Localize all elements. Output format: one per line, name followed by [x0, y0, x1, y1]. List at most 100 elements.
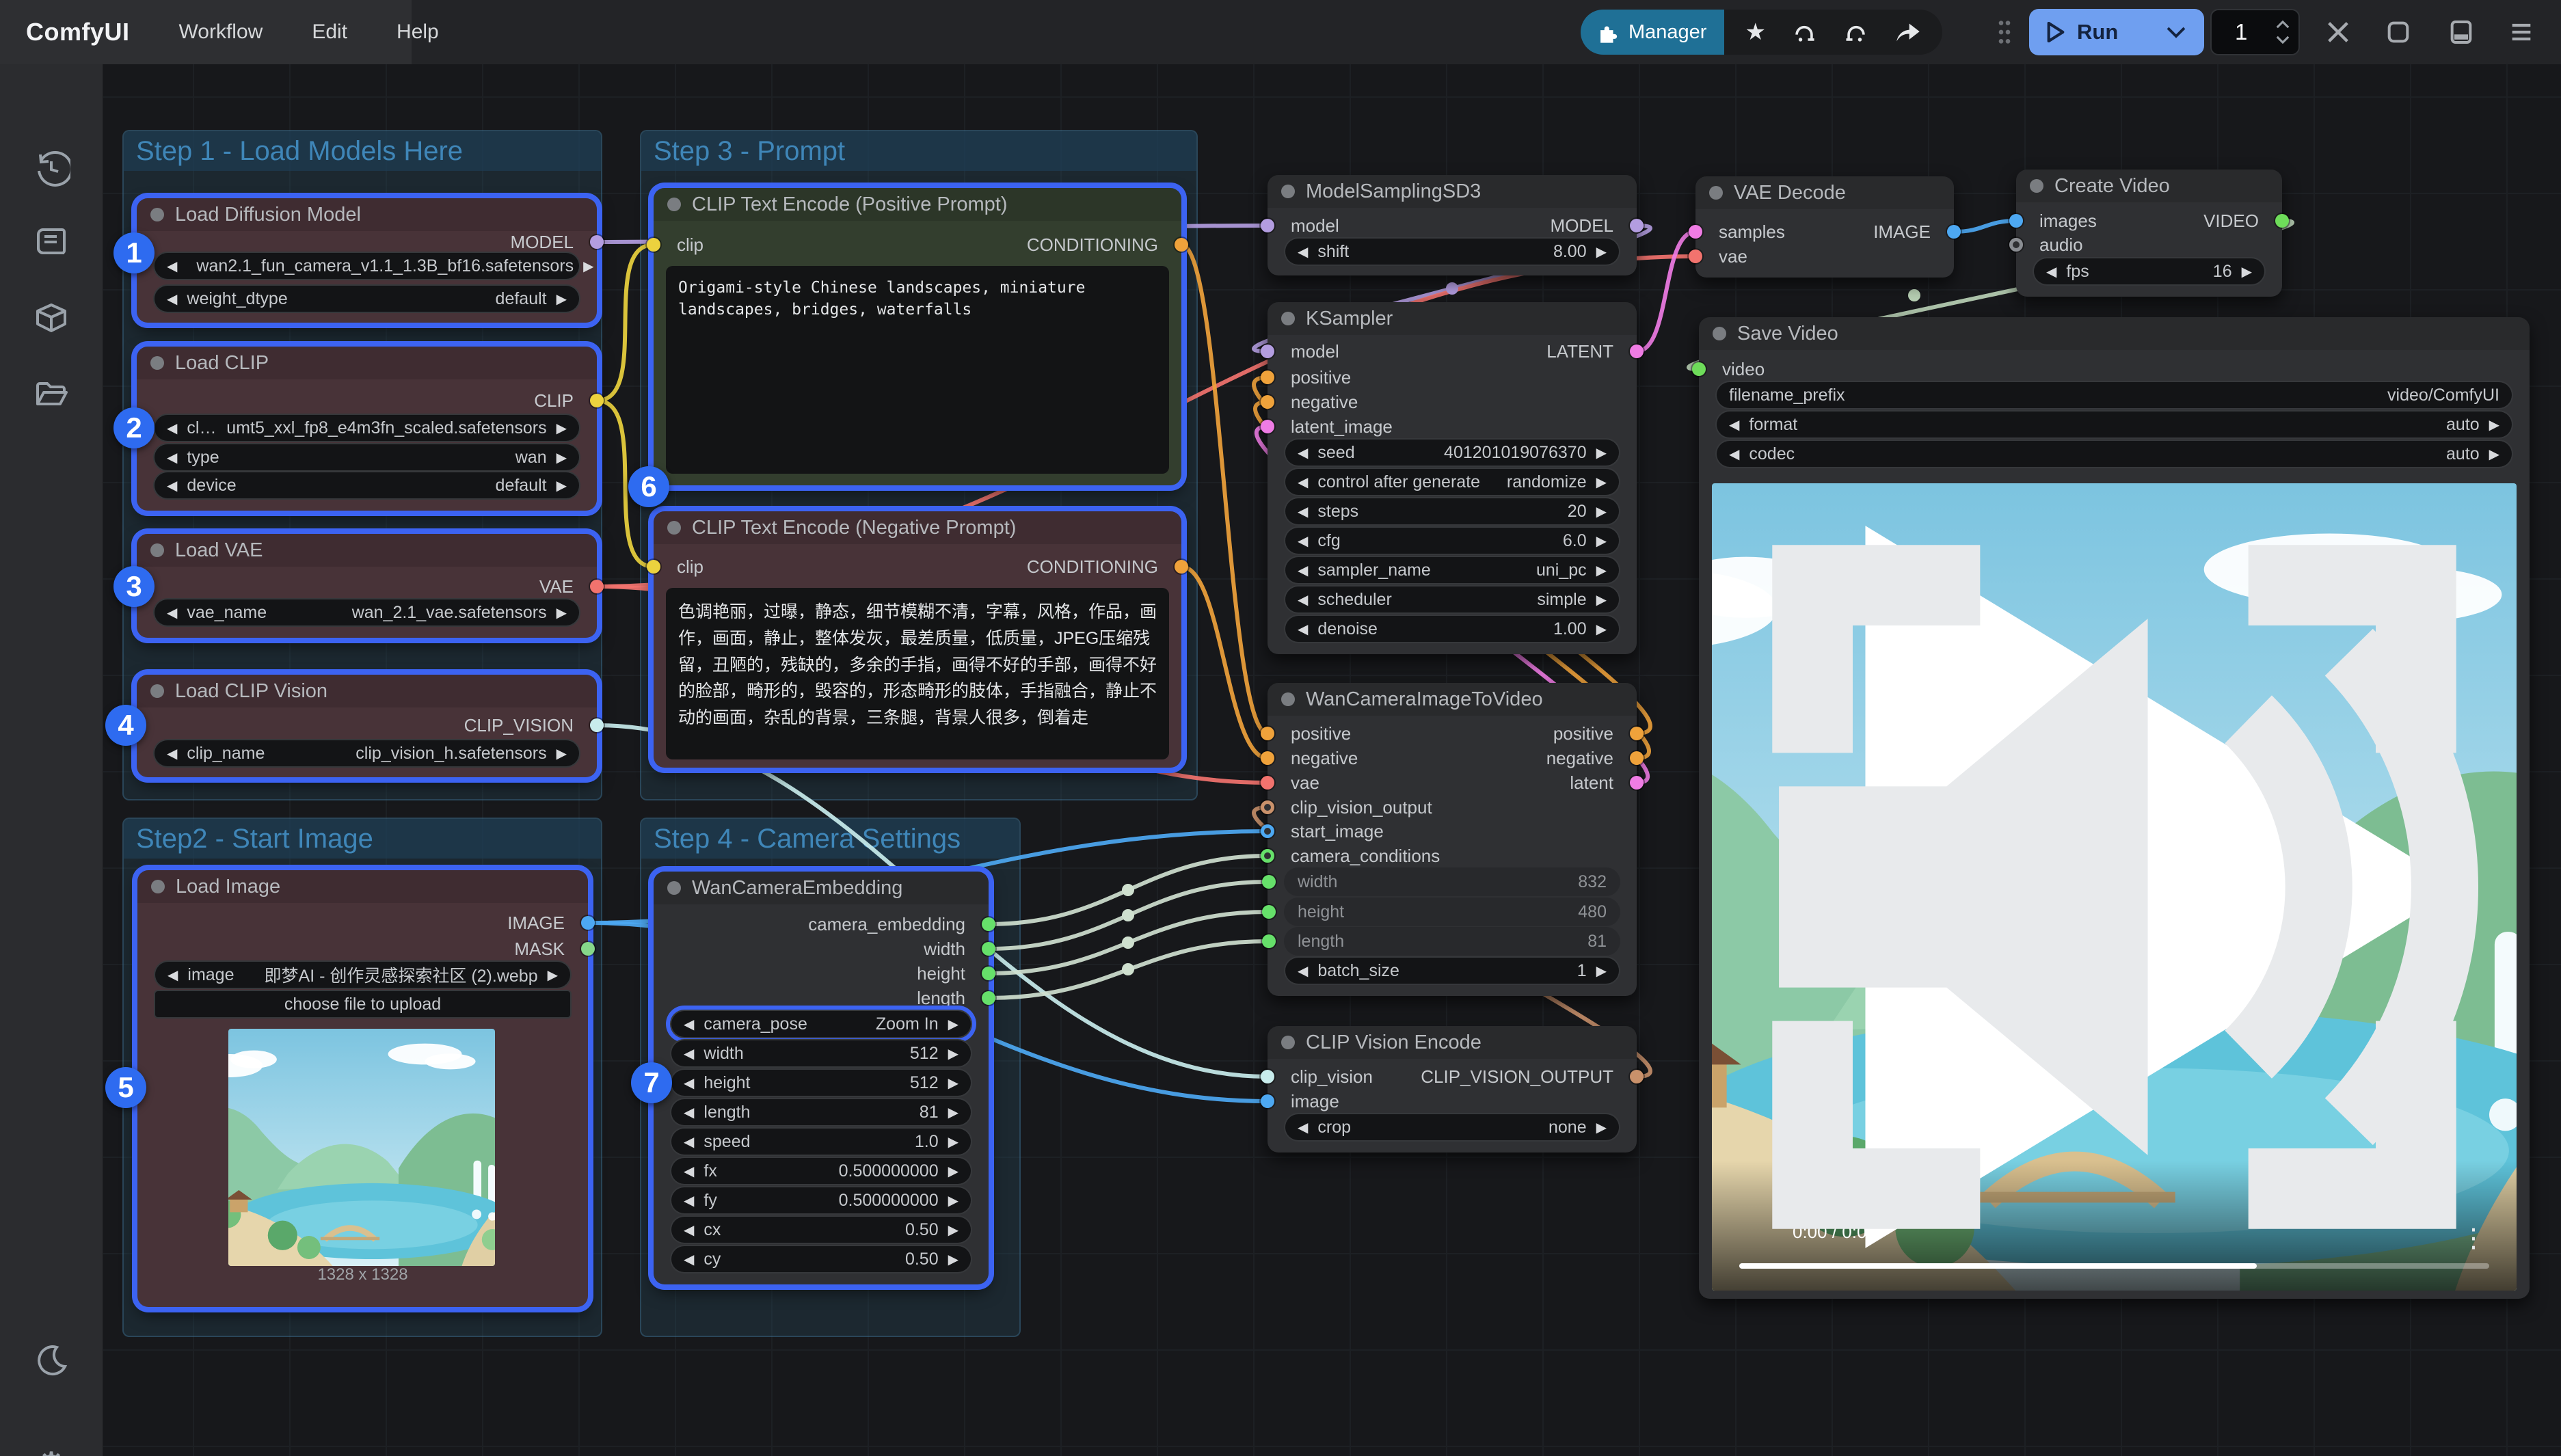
collapse-icon[interactable] — [150, 356, 164, 370]
arrow-left-icon[interactable]: ◀ — [684, 1016, 694, 1033]
port-camera-conditions-in[interactable] — [1261, 849, 1274, 863]
arrow-left-icon[interactable]: ◀ — [167, 477, 177, 494]
arrow-right-icon[interactable]: ▶ — [948, 1133, 958, 1150]
arrow-right-icon[interactable]: ▶ — [557, 477, 567, 494]
collapse-icon[interactable] — [1709, 186, 1723, 200]
arrow-right-icon[interactable]: ▶ — [2489, 446, 2499, 463]
collapse-icon[interactable] — [667, 881, 681, 895]
queue-count-box[interactable]: 1 — [2210, 9, 2300, 55]
app-logo[interactable]: ComfyUI — [26, 18, 130, 46]
drag-handle-icon[interactable] — [1991, 18, 2018, 46]
arrow-right-icon[interactable]: ▶ — [948, 1016, 958, 1033]
arrow-right-icon[interactable]: ▶ — [948, 1251, 958, 1268]
widget-length[interactable]: ◀ length 81 ▶ — [670, 1098, 972, 1127]
port-clip-out[interactable] — [590, 394, 604, 407]
arrow-right-icon[interactable]: ▶ — [1596, 621, 1607, 638]
widget-scheduler[interactable]: ◀ scheduler simple ▶ — [1284, 585, 1620, 614]
workflows-folder-icon[interactable] — [32, 375, 70, 414]
arrow-left-icon[interactable]: ◀ — [167, 967, 178, 984]
widget-seed[interactable]: ◀ seed 401201019076370 ▶ — [1284, 438, 1620, 467]
port-latent-image-in[interactable] — [1261, 420, 1274, 433]
widget-steps[interactable]: ◀ steps 20 ▶ — [1284, 497, 1620, 526]
widget-unet-name[interactable]: ◀ u ... wan2.1_fun_camera_v1.1_1.3B_bf16… — [153, 252, 580, 280]
widget-cx[interactable]: ◀ cx 0.50 ▶ — [670, 1215, 972, 1244]
node-vae-decode[interactable]: VAE Decode samples IMAGE vae — [1695, 176, 1954, 278]
widget-fps[interactable]: ◀ fps 16 ▶ — [2033, 257, 2266, 286]
arrow-right-icon[interactable]: ▶ — [1596, 532, 1607, 550]
node-create-video[interactable]: Create Video images VIDEO audio ◀ fps 16… — [2016, 170, 2282, 297]
arrow-left-icon[interactable]: ◀ — [167, 745, 177, 762]
widget-crop[interactable]: ◀ crop none ▶ — [1284, 1113, 1620, 1142]
group-step4-title[interactable]: Step 4 - Camera Settings — [641, 819, 1019, 859]
widget-batch-size[interactable]: ◀ batch_size 1 ▶ — [1284, 956, 1620, 985]
menu-edit[interactable]: Edit — [312, 21, 347, 44]
port-latent-out[interactable] — [1630, 345, 1644, 358]
share-icon[interactable] — [1894, 18, 1922, 46]
port-negative-in[interactable] — [1261, 751, 1274, 765]
collapse-icon[interactable] — [150, 543, 164, 557]
arrow-right-icon[interactable]: ▶ — [1596, 1119, 1607, 1136]
video-progress-bar[interactable] — [1739, 1263, 2489, 1269]
port-latent-out[interactable] — [1630, 776, 1644, 790]
dock-panel-icon[interactable] — [2448, 18, 2475, 46]
port-conditioning-out[interactable] — [1175, 560, 1188, 574]
widget-codec[interactable]: ◀ codec auto ▶ — [1715, 440, 2513, 468]
port-width-in[interactable] — [1262, 875, 1276, 889]
node-load-image[interactable]: Load Image IMAGE MASK ◀ image 即梦AI - 创作灵… — [137, 870, 588, 1307]
arrow-left-icon[interactable]: ◀ — [2046, 263, 2056, 280]
widget-speed[interactable]: ◀ speed 1.0 ▶ — [670, 1127, 972, 1156]
port-clip-in[interactable] — [647, 238, 660, 252]
arrow-right-icon[interactable]: ▶ — [1596, 444, 1607, 461]
node-save-video[interactable]: Save Video video filename_prefix video/C… — [1699, 317, 2530, 1299]
arrow-right-icon[interactable]: ▶ — [948, 1192, 958, 1209]
collapse-icon[interactable] — [667, 521, 681, 535]
group-step3-title[interactable]: Step 3 - Prompt — [641, 131, 1196, 171]
port-model-out[interactable] — [1630, 219, 1644, 232]
arrow-right-icon[interactable]: ▶ — [2489, 416, 2499, 433]
node-load-clip[interactable]: Load CLIP CLIP ◀ clip_name umt5_xxl_fp8_… — [137, 347, 597, 511]
port-camera-embedding-out[interactable] — [982, 917, 995, 931]
upload-button[interactable]: choose file to upload — [154, 990, 572, 1019]
collapse-icon[interactable] — [667, 198, 681, 211]
arrow-left-icon[interactable]: ◀ — [1298, 591, 1308, 608]
stepper-down-icon[interactable] — [2275, 36, 2290, 44]
port-positive-in[interactable] — [1261, 727, 1274, 740]
vacuum-icon-1[interactable] — [1791, 18, 1818, 46]
widget-camera-pose[interactable]: ◀ camera_pose Zoom In ▶ — [670, 1010, 972, 1038]
arrow-right-icon[interactable]: ▶ — [1596, 243, 1607, 260]
port-length-in[interactable] — [1262, 934, 1276, 948]
widget-filename-prefix[interactable]: filename_prefix video/ComfyUI — [1715, 381, 2513, 409]
port-length-out[interactable] — [982, 991, 995, 1005]
arrow-left-icon[interactable]: ◀ — [167, 604, 177, 621]
arrow-right-icon[interactable]: ▶ — [557, 604, 567, 621]
arrow-left-icon[interactable]: ◀ — [684, 1133, 694, 1150]
maximize-icon[interactable] — [2385, 18, 2412, 46]
hamburger-menu-icon[interactable] — [2508, 18, 2535, 46]
arrow-left-icon[interactable]: ◀ — [684, 1045, 694, 1062]
menu-help[interactable]: Help — [397, 21, 439, 44]
collapse-icon[interactable] — [2030, 179, 2043, 193]
positive-prompt-textarea[interactable]: Origami-style Chinese landscapes, miniat… — [666, 266, 1169, 474]
settings-gear-icon[interactable]: ⚙ — [32, 1446, 70, 1456]
port-image-in[interactable] — [1261, 1094, 1274, 1108]
history-icon[interactable] — [32, 149, 70, 187]
arrow-right-icon[interactable]: ▶ — [557, 745, 567, 762]
arrow-right-icon[interactable]: ▶ — [948, 1075, 958, 1092]
node-ksampler[interactable]: KSampler model LATENT positive negative … — [1268, 302, 1637, 654]
widget-cy[interactable]: ◀ cy 0.50 ▶ — [670, 1245, 972, 1273]
node-clip-vision-encode[interactable]: CLIP Vision Encode clip_vision CLIP_VISI… — [1268, 1026, 1637, 1152]
arrow-right-icon[interactable]: ▶ — [557, 291, 567, 308]
node-wan-camera-embedding[interactable]: WanCameraEmbedding camera_embedding widt… — [654, 872, 989, 1284]
arrow-left-icon[interactable]: ◀ — [167, 420, 177, 437]
port-mask-out[interactable] — [581, 942, 595, 956]
widget-sampler-name[interactable]: ◀ sampler_name uni_pc ▶ — [1284, 556, 1620, 584]
arrow-right-icon[interactable]: ▶ — [948, 1104, 958, 1121]
widget-clip-name[interactable]: ◀ clip_name umt5_xxl_fp8_e4m3fn_scaled.s… — [153, 414, 580, 442]
port-image-out[interactable] — [581, 916, 595, 930]
node-clip-text-encode-negative[interactable]: CLIP Text Encode (Negative Prompt) clip … — [654, 511, 1181, 768]
node-load-vae[interactable]: Load VAE VAE ◀ vae_name wan_2.1_vae.safe… — [137, 534, 597, 638]
collapse-icon[interactable] — [1281, 185, 1295, 198]
arrow-right-icon[interactable]: ▶ — [948, 1222, 958, 1239]
port-positive-out[interactable] — [1630, 727, 1644, 740]
port-height-in[interactable] — [1262, 905, 1276, 919]
